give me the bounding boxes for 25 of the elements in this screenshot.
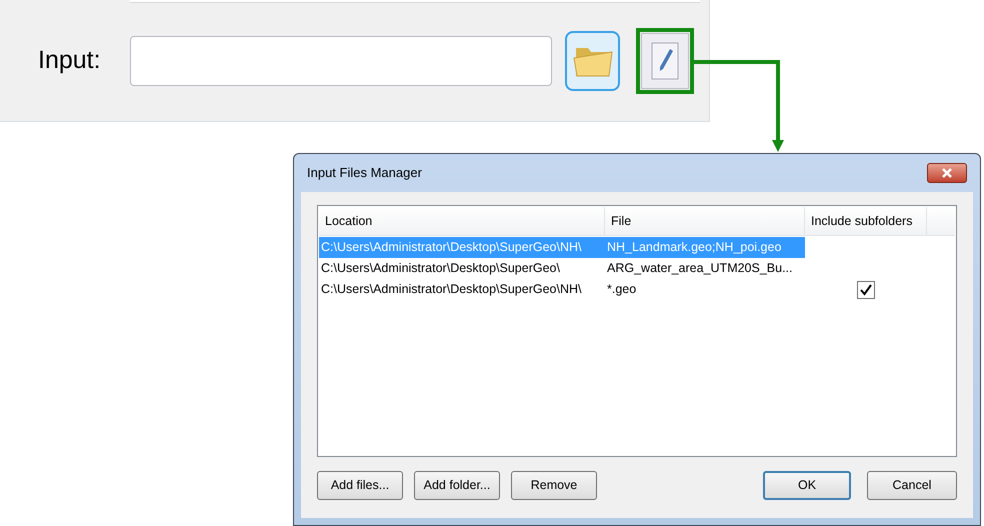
- column-header[interactable]: Location: [319, 207, 605, 235]
- dialog-button[interactable]: OK: [763, 471, 851, 500]
- location-cell-text: C:\Users\Administrator\Desktop\SuperGeo\NH\: [320, 281, 583, 298]
- close-button[interactable]: [927, 163, 967, 183]
- edit-files-button[interactable]: [641, 32, 689, 88]
- dialog-button[interactable]: Cancel: [867, 471, 957, 500]
- browse-folder-button[interactable]: [565, 30, 620, 90]
- column-header[interactable]: File: [605, 207, 805, 235]
- checkbox[interactable]: [857, 280, 875, 298]
- file-cell-text: *.geo: [606, 281, 638, 298]
- pencil-icon: [650, 40, 680, 80]
- close-icon: [941, 168, 953, 178]
- file-cell-text: ARG_water_area_UTM20S_Bu...: [606, 260, 794, 277]
- dialog-button[interactable]: Add files...: [317, 471, 403, 500]
- location-cell-text: C:\Users\Administrator\Desktop\SuperGeo\NH\: [320, 239, 583, 256]
- column-header[interactable]: Include subfolders: [805, 207, 927, 235]
- dialog-title: Input Files Manager: [307, 164, 422, 182]
- input-field[interactable]: [130, 36, 552, 86]
- dialog-button[interactable]: Add folder...: [414, 471, 500, 500]
- file-cell-text: NH_Landmark.geo;NH_poi.geo: [606, 239, 782, 256]
- dialog-button[interactable]: Remove: [511, 471, 597, 500]
- input-label: Input:: [38, 44, 102, 76]
- table-row[interactable]: C:\Users\Administrator\Desktop\SuperGeo\ ARG_water_area_UTM20S_Bu...: [319, 258, 805, 279]
- location-cell-text: C:\Users\Administrator\Desktop\SuperGeo\: [320, 260, 561, 277]
- table-row[interactable]: C:\Users\Administrator\Desktop\SuperGeo\NH\ *.geo: [319, 279, 805, 300]
